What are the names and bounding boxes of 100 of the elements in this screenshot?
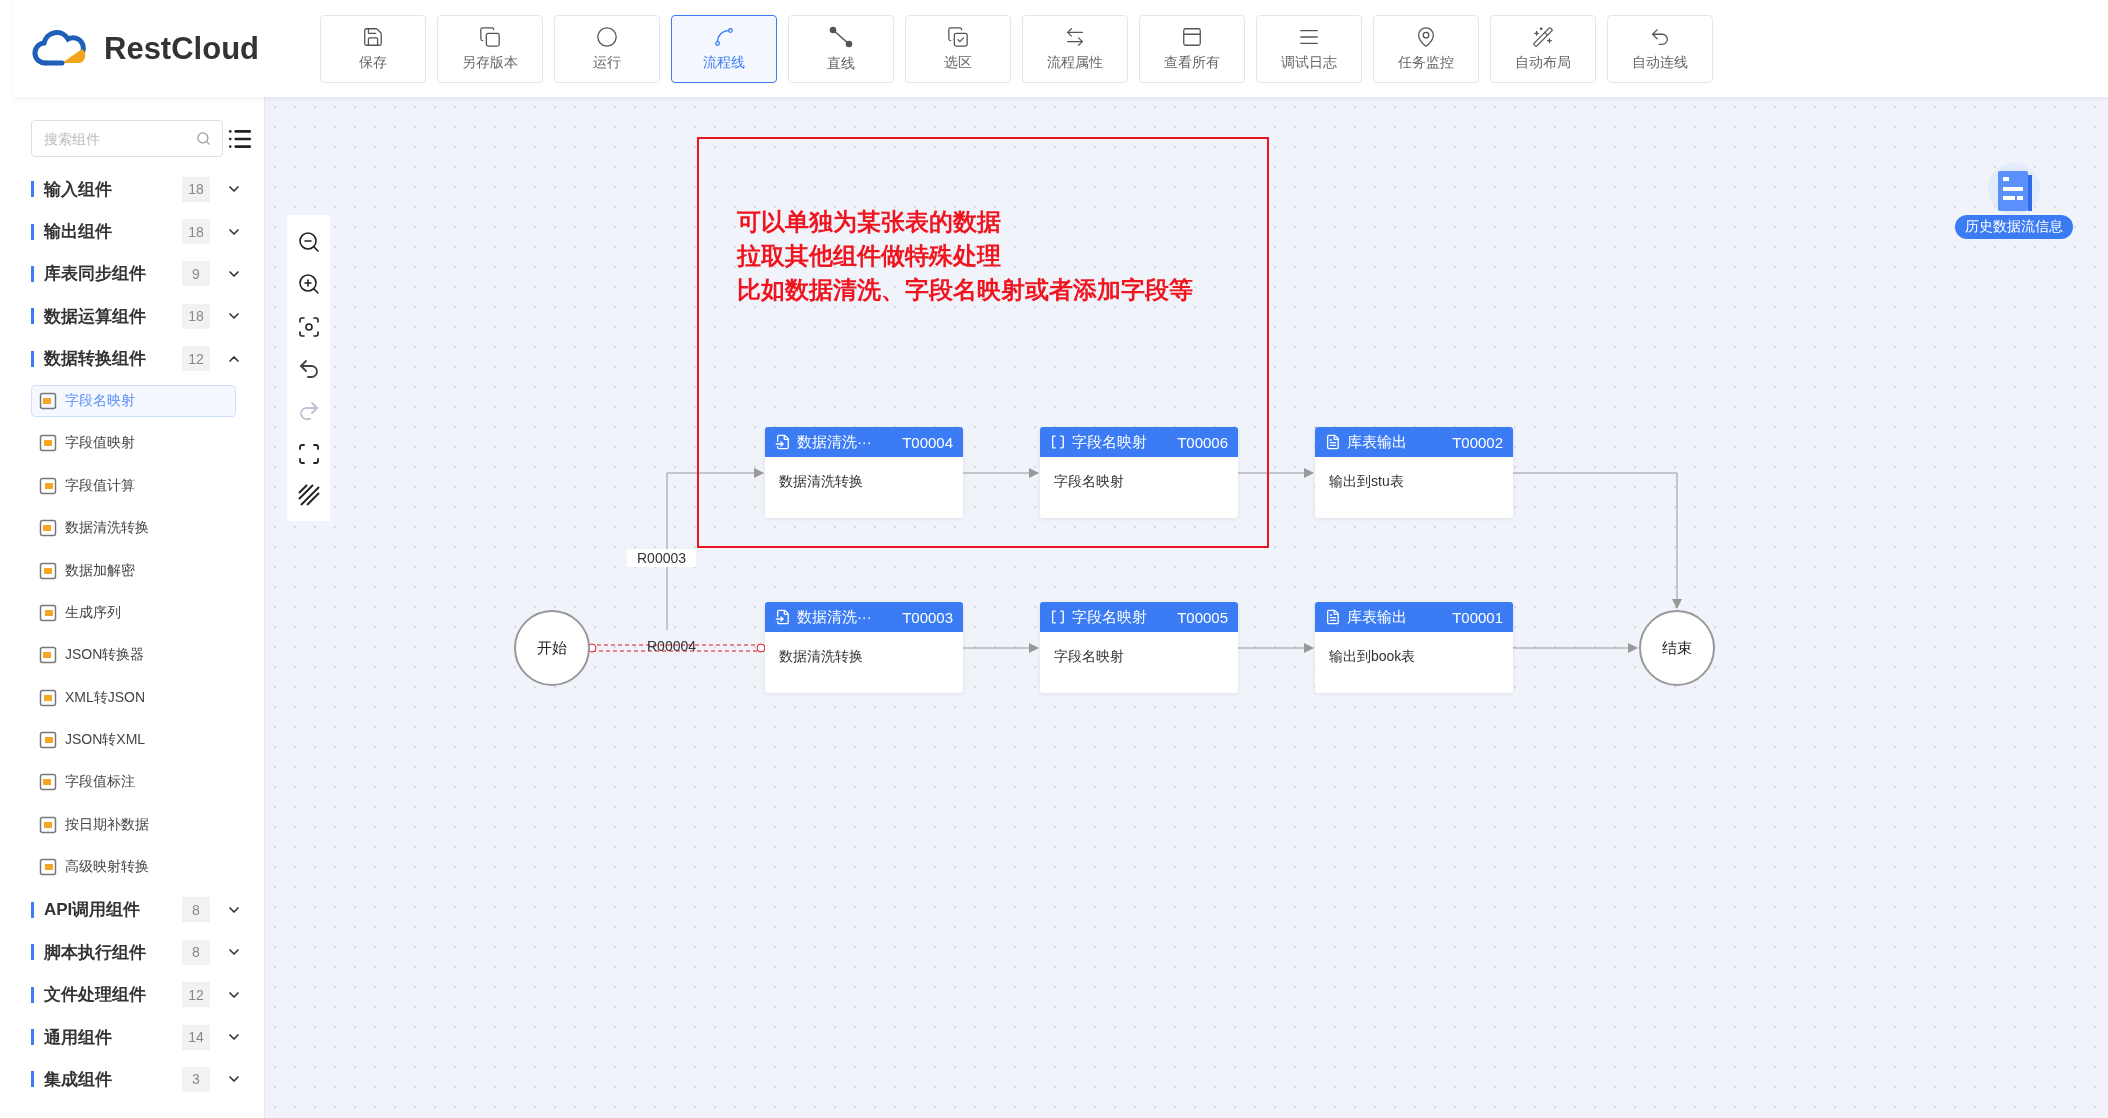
count-badge: 9 [182, 261, 210, 287]
history-badge[interactable]: 历史数据流信息 [1955, 215, 2073, 239]
toolbar-button[interactable]: 查看所有 [1139, 14, 1245, 83]
component-icon [39, 815, 57, 834]
start-node[interactable]: 开始 [514, 610, 590, 686]
count-badge: 18 [182, 176, 210, 202]
node-id: T00002 [1452, 433, 1503, 451]
component-item[interactable]: JSON转XML [31, 724, 236, 757]
category-marker [31, 308, 34, 325]
count-badge: 18 [182, 303, 210, 329]
category-label[interactable]: 集成组件 [44, 1067, 182, 1091]
connector-arrow[interactable] [1512, 643, 1638, 653]
toolbar-button[interactable]: 流程属性 [1022, 14, 1128, 83]
node-id: T00001 [1452, 608, 1503, 626]
file-icon [775, 609, 791, 625]
toolbar-button[interactable]: 选区 [905, 14, 1011, 83]
component-item[interactable]: 数据加解密 [31, 554, 236, 587]
node-description: 输出到stu表 [1329, 473, 1404, 491]
node-title: 字段名映射 [1071, 432, 1148, 452]
category-label[interactable]: API调用组件 [44, 898, 182, 922]
component-icon [39, 646, 57, 665]
search-field[interactable]: 搜索组件 [31, 120, 223, 157]
component-icon [39, 561, 57, 580]
fit-icon[interactable] [296, 314, 321, 339]
toolbar-button[interactable]: 调试日志 [1256, 14, 1362, 83]
fullscreen-icon[interactable] [296, 441, 321, 466]
toolbar-button[interactable]: 自动布局 [1490, 14, 1596, 83]
category-label[interactable]: 输入组件 [44, 177, 182, 201]
flow-node[interactable]: 字段名映射 T00006 字段名映射 [1040, 427, 1238, 518]
connector-arrow[interactable] [1237, 643, 1314, 653]
component-item[interactable]: 高级映射转换 [31, 851, 236, 884]
save-icon [362, 25, 384, 48]
flow-node[interactable]: 库表输出 T00002 输出到stu表 [1315, 427, 1513, 518]
toolbar-button[interactable]: 另存版本 [437, 14, 543, 83]
cloud-logo-icon [32, 28, 88, 69]
category-marker [31, 986, 34, 1003]
connector-label: R00003 [627, 549, 697, 567]
flow-node[interactable]: 字段名映射 T00005 字段名映射 [1040, 602, 1238, 693]
connector-arrow[interactable] [962, 643, 1039, 653]
file-icon [775, 434, 791, 450]
category-label[interactable]: 输出组件 [44, 220, 182, 244]
component-item[interactable]: XML转JSON [31, 681, 236, 714]
selected-connector[interactable] [587, 643, 766, 653]
component-item[interactable]: JSON转换器 [31, 639, 236, 672]
connector-label: R00004 [646, 637, 698, 655]
category-marker [31, 944, 34, 961]
logo-text: RestCloud [104, 30, 259, 67]
toolbar-button[interactable]: 保存 [320, 14, 426, 83]
node-description: 数据清洗转换 [779, 473, 863, 491]
flow-node[interactable]: 数据清洗··· T00003 数据清洗转换 [765, 602, 963, 693]
toolbar-button[interactable]: 自动连线 [1607, 14, 1713, 83]
component-icon [39, 603, 57, 622]
component-item[interactable]: 按日期补数据 [31, 808, 236, 841]
count-badge: 3 [182, 1066, 210, 1092]
component-item[interactable]: 字段值标注 [31, 766, 236, 799]
category-marker [31, 901, 34, 918]
component-item[interactable]: 字段值映射 [31, 427, 236, 460]
category-label[interactable]: 数据运算组件 [44, 304, 182, 328]
component-icon [39, 858, 57, 877]
end-node[interactable]: 结束 [1639, 610, 1715, 686]
flow-node[interactable]: 数据清洗··· T00004 数据清洗转换 [765, 427, 963, 518]
component-icon [39, 688, 57, 707]
component-item[interactable]: 生成序列 [31, 596, 236, 629]
flow-line-icon [713, 25, 735, 48]
search-icon [196, 131, 211, 146]
component-item[interactable]: 数据清洗转换 [31, 512, 236, 545]
node-id: T00004 [902, 433, 953, 451]
category-marker [31, 350, 34, 367]
category-label[interactable]: 通用组件 [44, 1025, 182, 1049]
panel-icon [1181, 25, 1203, 48]
connector-arrow[interactable] [1237, 468, 1314, 478]
category-marker [31, 181, 34, 198]
pin-icon [1415, 25, 1437, 48]
node-title: 字段名映射 [1071, 607, 1148, 627]
wand-icon [1532, 25, 1554, 48]
line-icon [829, 24, 853, 49]
node-title: 数据清洗··· [796, 607, 873, 627]
node-title: 库表输出 [1346, 607, 1408, 627]
category-label[interactable]: 脚本执行组件 [44, 940, 182, 964]
node-description: 输出到book表 [1329, 648, 1416, 666]
zoom-in-icon[interactable] [296, 272, 321, 297]
count-badge: 8 [182, 939, 210, 965]
category-label[interactable]: 库表同步组件 [44, 262, 182, 286]
document-icon [1325, 434, 1341, 450]
count-badge: 12 [182, 346, 210, 372]
select-icon [947, 25, 969, 48]
flow-node[interactable]: 库表输出 T00001 输出到book表 [1315, 602, 1513, 693]
connector-arrow[interactable] [962, 468, 1039, 478]
toolbar-button[interactable]: 任务监控 [1373, 14, 1479, 83]
hatch-icon[interactable] [297, 483, 320, 506]
component-item[interactable]: 字段值计算 [31, 469, 236, 502]
category-label[interactable]: 文件处理组件 [44, 983, 182, 1007]
toolbar-button[interactable]: 直线 [788, 14, 894, 83]
zoom-out-icon[interactable] [296, 230, 321, 255]
category-label[interactable]: 数据转换组件 [44, 347, 182, 371]
toolbar-button[interactable]: 流程线 [671, 14, 777, 83]
toolbar-button[interactable]: 运行 [554, 14, 660, 83]
node-title: 数据清洗··· [796, 432, 873, 452]
count-badge: 12 [182, 982, 210, 1008]
count-badge: 18 [182, 219, 210, 245]
